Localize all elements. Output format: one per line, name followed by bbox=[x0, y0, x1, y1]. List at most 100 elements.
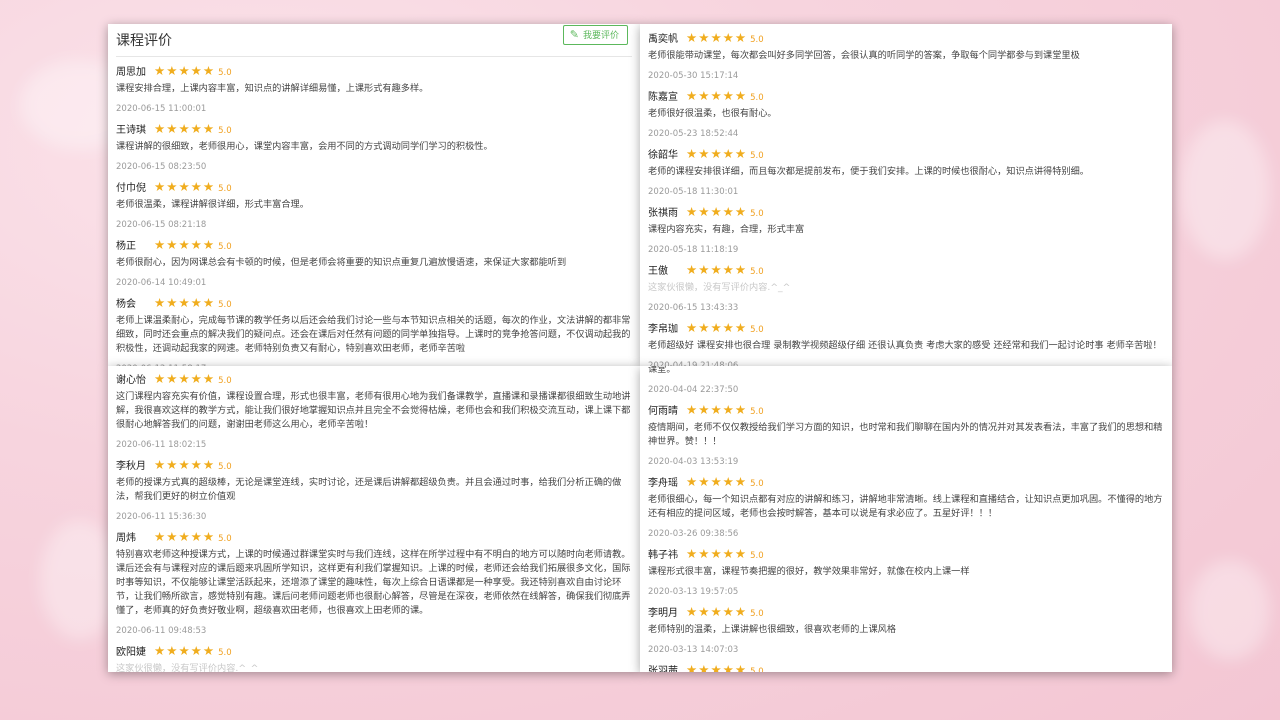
star-icon: ★ bbox=[166, 643, 179, 658]
review-item: 王傲 ★★★★★ 5.0 这家伙很懒，没有写评价内容.^_^ 2020-06-15 13… bbox=[648, 260, 1164, 315]
star-icon: ★ bbox=[154, 457, 167, 472]
rating-score: 5.0 bbox=[750, 667, 764, 672]
star-icon: ★ bbox=[166, 529, 179, 544]
section-header: 课程评价 ✎ 我要评价 bbox=[116, 25, 632, 57]
reviewer-row: 欧阳婕 ★★★★★ 5.0 bbox=[116, 641, 632, 661]
star-icon: ★ bbox=[722, 474, 735, 489]
star-icon: ★ bbox=[686, 88, 699, 103]
star-rating: ★★★★★ bbox=[154, 235, 215, 255]
review-date: 2020-06-11 15:36:30 bbox=[116, 512, 207, 522]
star-rating: ★★★★★ bbox=[686, 602, 747, 622]
star-icon: ★ bbox=[710, 604, 723, 619]
rating-score: 5.0 bbox=[218, 300, 232, 310]
star-icon: ★ bbox=[166, 371, 179, 386]
star-icon: ★ bbox=[686, 30, 699, 45]
review-item: 谢心怡 ★★★★★ 5.0 这门课程内容充实有价值，课程设置合理，形式也很丰富，老师有… bbox=[116, 369, 632, 452]
review-content: 老师超级好 课程安排也很合理 录制教学视频超级仔细 还很认真负责 考虑大家的感受… bbox=[648, 340, 1162, 351]
star-icon: ★ bbox=[722, 204, 735, 219]
review-list-4: 课堂。 2020-04-04 22:37:50 何雨晴 ★★★★★ 5.0 疫情期间，老师… bbox=[648, 366, 1164, 672]
reviewer-row: 王诗琪 ★★★★★ 5.0 bbox=[116, 119, 632, 139]
review-content: 疫情期间，老师不仅仅教授给我们学习方面的知识，也时常和我们聊聊在国内外的情况并对… bbox=[648, 422, 1163, 447]
reviewer-name: 张祺雨 bbox=[648, 208, 678, 219]
review-date: 2020-06-15 11:00:01 bbox=[116, 104, 207, 114]
star-icon: ★ bbox=[734, 204, 748, 219]
star-rating: ★★★★★ bbox=[154, 61, 215, 81]
review-list-2: 禹奕帆 ★★★★★ 5.0 老师很能带动课堂，每次都会叫好多同学回答，会很认真的听同学… bbox=[648, 28, 1164, 366]
star-icon: ★ bbox=[698, 88, 711, 103]
review-content: 课程内容充实，有趣，合理，形式丰富 bbox=[648, 224, 805, 235]
review-date: 2020-03-13 19:57:05 bbox=[648, 587, 739, 597]
write-review-button[interactable]: ✎ 我要评价 bbox=[562, 25, 628, 45]
star-icon: ★ bbox=[166, 63, 179, 78]
star-icon: ★ bbox=[710, 204, 723, 219]
reviewer-row: 陈嘉宣 ★★★★★ 5.0 bbox=[648, 86, 1164, 106]
reviewer-name: 付巾倪 bbox=[116, 183, 146, 194]
star-icon: ★ bbox=[698, 402, 711, 417]
star-icon: ★ bbox=[722, 604, 735, 619]
reviewer-row: 周炜 ★★★★★ 5.0 bbox=[116, 527, 632, 547]
star-icon: ★ bbox=[178, 457, 191, 472]
star-icon: ★ bbox=[178, 121, 191, 136]
reviewer-name: 杨正 bbox=[116, 241, 136, 252]
star-icon: ★ bbox=[202, 63, 216, 78]
reviewer-row: 韩子祎 ★★★★★ 5.0 bbox=[648, 544, 1164, 564]
star-icon: ★ bbox=[698, 204, 711, 219]
star-icon: ★ bbox=[710, 146, 723, 161]
star-icon: ★ bbox=[154, 179, 167, 194]
review-date: 2020-06-15 08:21:18 bbox=[116, 220, 207, 230]
reviewer-name: 王诗琪 bbox=[116, 125, 146, 136]
rating-score: 5.0 bbox=[218, 184, 232, 194]
reviewer-name: 王傲 bbox=[648, 266, 668, 277]
rating-score: 5.0 bbox=[218, 648, 232, 658]
star-icon: ★ bbox=[190, 457, 203, 472]
review-panel-4: 课堂。 2020-04-04 22:37:50 何雨晴 ★★★★★ 5.0 疫情期间，老师… bbox=[640, 366, 1172, 672]
star-icon: ★ bbox=[166, 121, 179, 136]
rating-score: 5.0 bbox=[750, 479, 764, 489]
reviewer-row: 张羽茜 ★★★★★ 5.0 bbox=[648, 660, 1164, 672]
star-icon: ★ bbox=[734, 320, 748, 335]
star-rating: ★★★★★ bbox=[686, 660, 747, 672]
star-icon: ★ bbox=[166, 295, 179, 310]
star-icon: ★ bbox=[734, 88, 748, 103]
rating-score: 5.0 bbox=[218, 242, 232, 252]
review-item: 李明月 ★★★★★ 5.0 老师特别的温柔，上课讲解也很细致，很喜欢老师的上课风格 20… bbox=[648, 602, 1164, 657]
star-icon: ★ bbox=[686, 204, 699, 219]
reviewer-name: 张羽茜 bbox=[648, 666, 678, 672]
star-rating: ★★★★★ bbox=[686, 86, 747, 106]
star-icon: ★ bbox=[190, 643, 203, 658]
star-icon: ★ bbox=[710, 474, 723, 489]
star-icon: ★ bbox=[202, 295, 216, 310]
star-icon: ★ bbox=[686, 402, 699, 417]
review-item: 王诗琪 ★★★★★ 5.0 课程讲解的很细致，老师很用心，课堂内容丰富，会用不同的方式… bbox=[116, 119, 632, 174]
star-icon: ★ bbox=[202, 179, 216, 194]
star-icon: ★ bbox=[190, 529, 203, 544]
review-content: 课程讲解的很细致，老师很用心，课堂内容丰富，会用不同的方式调动同学们学习的积极性… bbox=[116, 141, 493, 152]
star-icon: ★ bbox=[698, 662, 711, 672]
star-icon: ★ bbox=[686, 320, 699, 335]
review-date: 2020-06-11 18:02:15 bbox=[116, 440, 207, 450]
reviewer-row: 周思加 ★★★★★ 5.0 bbox=[116, 61, 632, 81]
rating-score: 5.0 bbox=[218, 462, 232, 472]
review-item: 李舟瑶 ★★★★★ 5.0 老师很细心，每一个知识点都有对应的讲解和练习，讲解地非常清… bbox=[648, 472, 1164, 541]
star-rating: ★★★★★ bbox=[686, 472, 747, 492]
review-item: 张祺雨 ★★★★★ 5.0 课程内容充实，有趣，合理，形式丰富 2020-05-18 1… bbox=[648, 202, 1164, 257]
review-date: 2020-06-15 08:23:50 bbox=[116, 162, 207, 172]
star-rating: ★★★★★ bbox=[686, 400, 747, 420]
star-rating: ★★★★★ bbox=[154, 641, 215, 661]
review-date: 2020-03-26 09:38:56 bbox=[648, 529, 739, 539]
star-icon: ★ bbox=[154, 295, 167, 310]
review-date: 2020-03-13 14:07:03 bbox=[648, 645, 739, 655]
star-icon: ★ bbox=[202, 237, 216, 252]
star-rating: ★★★★★ bbox=[154, 293, 215, 313]
reviewer-name: 李秋月 bbox=[116, 461, 146, 472]
star-icon: ★ bbox=[154, 643, 167, 658]
star-icon: ★ bbox=[698, 474, 711, 489]
star-icon: ★ bbox=[154, 529, 167, 544]
star-rating: ★★★★★ bbox=[154, 369, 215, 389]
star-icon: ★ bbox=[154, 121, 167, 136]
review-date: 2020-05-30 15:17:14 bbox=[648, 71, 739, 81]
reviewer-row: 禹奕帆 ★★★★★ 5.0 bbox=[648, 28, 1164, 48]
reviewer-row: 何雨晴 ★★★★★ 5.0 bbox=[648, 400, 1164, 420]
write-review-label: 我要评价 bbox=[582, 31, 619, 41]
review-content: 老师特别的温柔，上课讲解也很细致，很喜欢老师的上课风格 bbox=[648, 624, 897, 635]
